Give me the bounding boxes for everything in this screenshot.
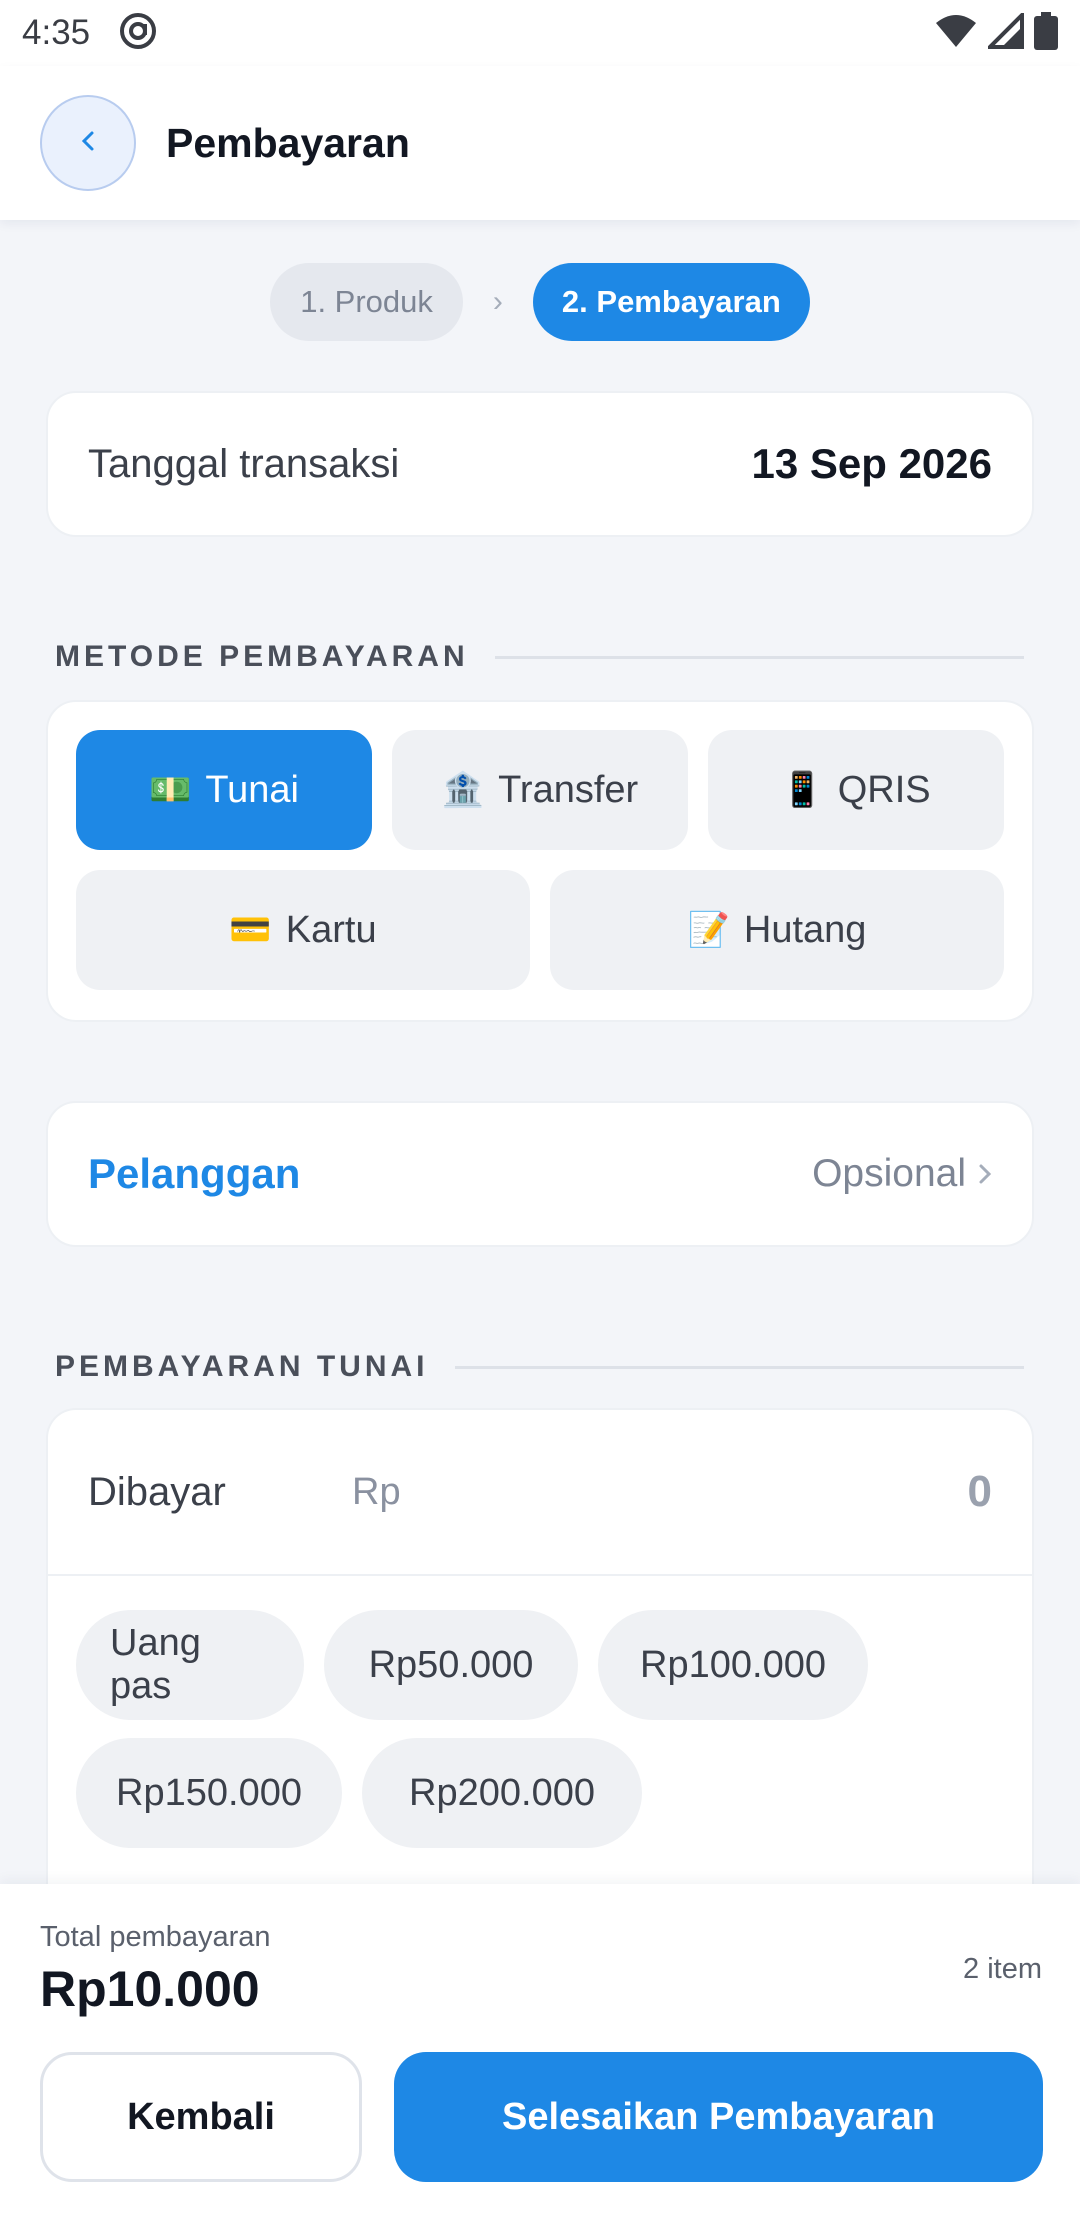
step-product[interactable]: 1. Produk bbox=[270, 263, 463, 341]
signal-icon bbox=[985, 9, 1024, 54]
method-cash-button[interactable]: 💵 Tunai bbox=[76, 730, 372, 850]
customer-hint: Opsional bbox=[812, 1152, 966, 1195]
total-value: Rp10.000 bbox=[40, 1961, 260, 2017]
currency-prefix: Rp bbox=[352, 1470, 401, 1513]
paid-amount-field[interactable]: Dibayar Rp 0 bbox=[48, 1410, 1032, 1576]
section-title: PEMBAYARAN TUNAI bbox=[55, 1350, 429, 1383]
back-step-button[interactable]: Kembali bbox=[40, 2052, 362, 2182]
method-label: Transfer bbox=[498, 768, 639, 811]
back-button[interactable] bbox=[40, 95, 136, 191]
method-label: QRIS bbox=[837, 768, 931, 811]
credit-card-icon: 💳 bbox=[229, 911, 272, 949]
divider bbox=[494, 655, 1024, 659]
method-label: Hutang bbox=[743, 908, 867, 951]
money-icon: 💵 bbox=[149, 771, 192, 809]
section-title: METODE PEMBAYARAN bbox=[55, 640, 469, 673]
transaction-date-card[interactable]: Tanggal transaksi 13 Sep 2026 bbox=[46, 391, 1034, 537]
quick-amount-chip[interactable]: Rp150.000 bbox=[76, 1738, 342, 1848]
paid-label: Dibayar bbox=[88, 1469, 226, 1514]
quick-amount-chip[interactable]: Rp200.000 bbox=[362, 1738, 642, 1848]
chevron-right-icon bbox=[978, 1152, 992, 1196]
total-label: Total pembayaran bbox=[40, 1921, 271, 1953]
app-bar: Pembayaran bbox=[0, 66, 1080, 220]
phone-icon: 📱 bbox=[781, 771, 824, 809]
at-sign-icon bbox=[118, 11, 158, 56]
memo-icon: 📝 bbox=[687, 911, 730, 949]
battery-icon bbox=[1034, 11, 1058, 55]
method-label: Tunai bbox=[205, 768, 299, 811]
transaction-date-label: Tanggal transaksi bbox=[88, 441, 400, 486]
method-qris-button[interactable]: 📱 QRIS bbox=[708, 730, 1004, 850]
cash-payment-section-header: PEMBAYARAN TUNAI bbox=[55, 1350, 1024, 1384]
cash-payment-card: Dibayar Rp 0 Uang pas Rp50.000 Rp100.000… bbox=[46, 1408, 1034, 1888]
status-time: 4:35 bbox=[22, 13, 91, 52]
checkout-bar: Total pembayaran Rp10.000 2 item Kembali… bbox=[0, 1884, 1080, 2220]
payment-method-section-header: METODE PEMBAYARAN bbox=[55, 640, 1024, 674]
wifi-icon bbox=[934, 13, 978, 54]
finish-payment-button[interactable]: Selesaikan Pembayaran bbox=[394, 2052, 1043, 2182]
chevron-left-icon bbox=[78, 127, 98, 160]
paid-amount-input[interactable]: 0 bbox=[968, 1467, 992, 1517]
transaction-date-value: 13 Sep 2026 bbox=[751, 440, 992, 487]
chevron-right-icon: › bbox=[492, 285, 503, 318]
page-title: Pembayaran bbox=[166, 119, 410, 166]
divider bbox=[454, 1365, 1024, 1369]
customer-label: Pelanggan bbox=[88, 1150, 301, 1197]
stepper: 1. Produk › 2. Pembayaran bbox=[0, 263, 1080, 341]
method-card-button[interactable]: 💳 Kartu bbox=[76, 870, 530, 990]
item-count: 2 item bbox=[963, 1953, 1042, 1985]
method-debt-button[interactable]: 📝 Hutang bbox=[550, 870, 1004, 990]
bank-icon: 🏦 bbox=[441, 771, 485, 809]
quick-amount-chip[interactable]: Uang pas bbox=[76, 1610, 304, 1720]
quick-amount-chip[interactable]: Rp100.000 bbox=[598, 1610, 868, 1720]
status-bar: 4:35 bbox=[0, 0, 1080, 66]
payment-methods-card: 💵 Tunai 🏦 Transfer 📱 QRIS 💳 Kartu 📝 Huta… bbox=[46, 700, 1034, 1022]
quick-amount-chip[interactable]: Rp50.000 bbox=[324, 1610, 578, 1720]
method-transfer-button[interactable]: 🏦 Transfer bbox=[392, 730, 688, 850]
step-payment[interactable]: 2. Pembayaran bbox=[532, 263, 810, 341]
method-label: Kartu bbox=[285, 908, 377, 951]
customer-selector[interactable]: Pelanggan Opsional bbox=[46, 1101, 1034, 1247]
